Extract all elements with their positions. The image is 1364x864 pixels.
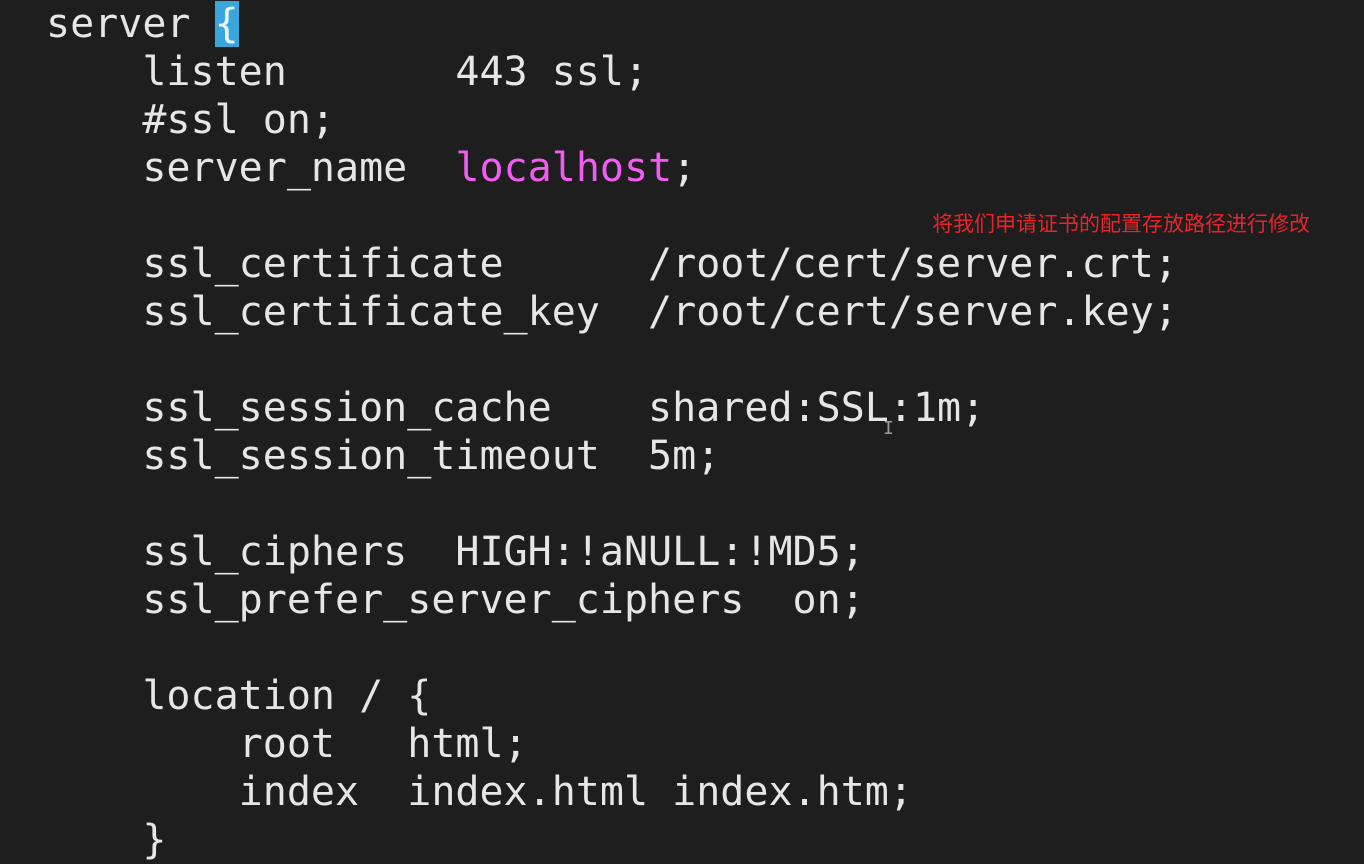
- code-text: server_name: [46, 145, 456, 191]
- code-text: ;: [672, 145, 697, 191]
- text-cursor-ibeam-icon: I: [883, 418, 894, 439]
- code-text: ssl_session_cache shared:SSL:1m;: [46, 385, 986, 431]
- code-text: server: [46, 1, 215, 47]
- code-text: ssl_ciphers HIGH:!aNULL:!MD5;: [46, 529, 865, 575]
- code-line[interactable]: ssl_session_timeout 5m;: [46, 432, 1178, 480]
- code-line[interactable]: server {: [46, 0, 1178, 48]
- code-line[interactable]: location / {: [46, 672, 1178, 720]
- code-text: index index.html index.htm;: [46, 769, 913, 815]
- code-line[interactable]: #ssl on;: [46, 96, 1178, 144]
- code-text: ssl_certificate /root/cert/server.crt;: [46, 241, 1178, 287]
- string-value: localhost: [455, 145, 673, 191]
- code-line[interactable]: ssl_prefer_server_ciphers on;: [46, 576, 1178, 624]
- code-line[interactable]: }: [46, 816, 1178, 864]
- code-editor[interactable]: server { listen 443 ssl; #ssl on; server…: [46, 0, 1178, 864]
- code-line[interactable]: [46, 336, 1178, 384]
- code-text: ssl_certificate_key /root/cert/server.ke…: [46, 289, 1178, 335]
- code-line[interactable]: ssl_ciphers HIGH:!aNULL:!MD5;: [46, 528, 1178, 576]
- code-line[interactable]: root html;: [46, 720, 1178, 768]
- code-line[interactable]: ssl_certificate_key /root/cert/server.ke…: [46, 288, 1178, 336]
- code-text: root html;: [46, 721, 528, 767]
- code-text: }: [46, 817, 167, 863]
- code-line[interactable]: [46, 624, 1178, 672]
- code-line[interactable]: server_name localhost;: [46, 144, 1178, 192]
- code-line[interactable]: ssl_session_cache shared:SSL:1m;: [46, 384, 1178, 432]
- code-text: #ssl on;: [46, 97, 335, 143]
- annotation-text: 将我们申请证书的配置存放路径进行修改: [932, 212, 1310, 236]
- code-text: ssl_prefer_server_ciphers on;: [46, 577, 865, 623]
- code-line[interactable]: [46, 480, 1178, 528]
- code-line[interactable]: ssl_certificate /root/cert/server.crt;: [46, 240, 1178, 288]
- code-text: listen 443 ssl;: [46, 49, 649, 95]
- code-text: ssl_session_timeout 5m;: [46, 433, 721, 479]
- code-line[interactable]: listen 443 ssl;: [46, 48, 1178, 96]
- text-cursor: {: [214, 1, 239, 47]
- code-text: location / {: [46, 673, 432, 719]
- code-line[interactable]: index index.html index.htm;: [46, 768, 1178, 816]
